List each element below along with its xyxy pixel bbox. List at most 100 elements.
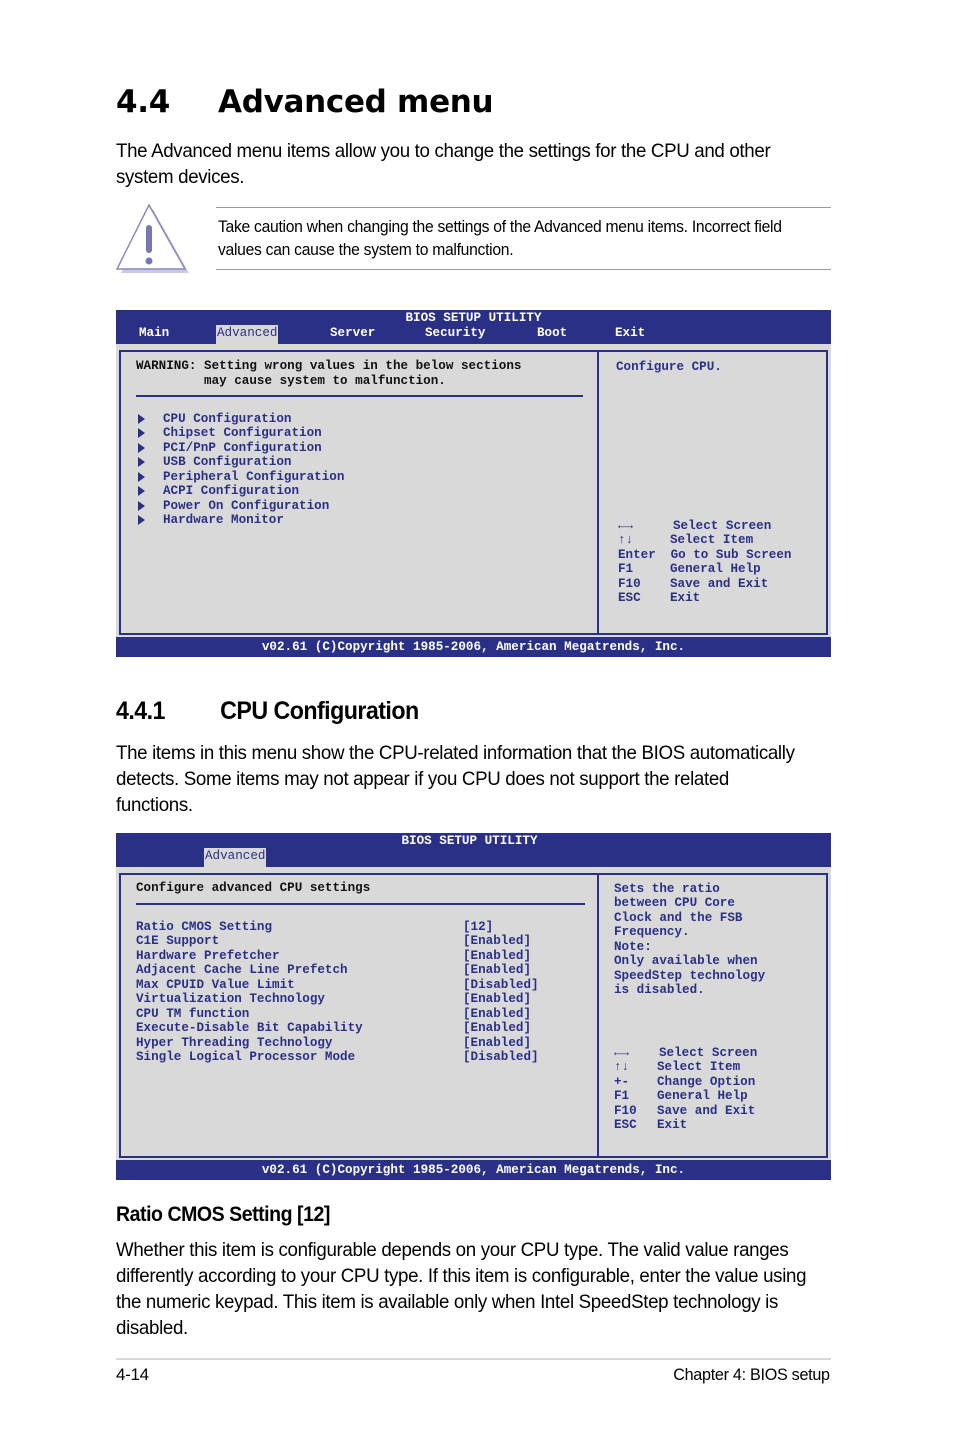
tab-advanced[interactable]: Advanced (216, 325, 279, 344)
warning-divider (136, 395, 583, 397)
caution-top-rule (216, 207, 831, 208)
setting-value[interactable]: [Enabled] (463, 934, 531, 949)
setting-name: CPU TM function (136, 1007, 250, 1021)
bios-panel-divider (597, 352, 599, 633)
setting-value[interactable]: [Enabled] (463, 992, 531, 1007)
bios-panel-divider (597, 875, 599, 1156)
item-description: Whether this item is configurable depend… (116, 1239, 807, 1339)
tab-security[interactable]: Security (424, 325, 486, 344)
setting-value[interactable]: [Enabled] (463, 1021, 531, 1036)
warning-line-1: WARNING: Setting wrong values in the bel… (136, 359, 522, 373)
key-label: F10 (618, 577, 641, 591)
key-action: Select Item (670, 533, 754, 547)
key-action: Select Item (657, 1060, 741, 1074)
setting-value[interactable]: [12] (463, 920, 493, 935)
settings-divider (136, 903, 585, 905)
setting-name: Hyper Threading Technology (136, 1036, 333, 1050)
key-action: General Help (657, 1089, 748, 1103)
submenu-arrow-icon (138, 428, 145, 438)
key-action: Select Screen (659, 1046, 758, 1060)
subsection-number: 4.4.1 (116, 697, 165, 725)
caution-text: Take caution when changing the settings … (218, 218, 782, 259)
help-line: Only available when (614, 954, 758, 968)
key-label: ESC (618, 591, 641, 605)
submenu-arrow-icon (138, 515, 145, 525)
section-number: 4.4 (116, 84, 171, 120)
key-action: Exit (657, 1118, 688, 1132)
help-line: Sets the ratio (614, 882, 720, 896)
item-heading: Ratio CMOS Setting [12] (116, 1203, 330, 1226)
chapter-label: Chapter 4: BIOS setup (673, 1365, 830, 1384)
section-intro: The Advanced menu items allow you to cha… (116, 140, 771, 188)
setting-name: Single Logical Processor Mode (136, 1050, 356, 1064)
key-label: +- (614, 1075, 630, 1089)
key-label: F1 (618, 562, 634, 576)
bios-frame: Configure advanced CPU settings Ratio CM… (119, 873, 828, 1158)
key-action: Exit (670, 591, 701, 605)
subsection-heading: 4.4.1 CPU Configuration (116, 697, 419, 726)
bios-footer: v02.61 (C)Copyright 1985-2006, American … (116, 1160, 831, 1180)
bios-topbar: BIOS SETUP UTILITY Advanced (116, 833, 831, 867)
setting-name: Hardware Prefetcher (136, 949, 280, 963)
caution-bottom-rule (216, 269, 831, 270)
page-footer-rule (116, 1358, 831, 1360)
setting-value[interactable]: [Disabled] (463, 1050, 539, 1065)
tab-main[interactable]: Main (138, 325, 170, 344)
setting-value[interactable]: [Disabled] (463, 978, 539, 993)
bios-footer: v02.61 (C)Copyright 1985-2006, American … (116, 637, 831, 657)
help-line: Note: (614, 940, 652, 954)
key-action: General Help (670, 562, 761, 576)
setting-name: C1E Support (136, 934, 220, 948)
bios-screen-advanced: BIOS SETUP UTILITY Main Advanced Server … (116, 310, 831, 657)
key-label: F1 (614, 1089, 630, 1103)
warning-line-2: may cause system to malfunction. (136, 374, 446, 388)
setting-name: Adjacent Cache Line Prefetch (136, 963, 348, 977)
key-action: Select Screen (673, 519, 772, 533)
key-action: Save and Exit (657, 1104, 756, 1118)
bios-frame: WARNING: Setting wrong values in the bel… (119, 350, 828, 635)
tab-boot[interactable]: Boot (536, 325, 568, 344)
submenu-arrow-icon (138, 486, 145, 496)
help-line: SpeedStep technology (614, 969, 766, 983)
bios-title: BIOS SETUP UTILITY (401, 834, 538, 848)
warning-triangle-icon (113, 203, 191, 275)
submenu-arrow-icon (138, 472, 145, 482)
key-label: F10 (614, 1104, 637, 1118)
key-left-right-icon: ←→ (614, 1046, 630, 1060)
settings-heading: Configure advanced CPU settings (136, 881, 371, 895)
tab-exit[interactable]: Exit (614, 325, 646, 344)
bios-topbar: BIOS SETUP UTILITY Main Advanced Server … (116, 310, 831, 344)
setting-name: Virtualization Technology (136, 992, 325, 1006)
key-label: Enter (618, 548, 656, 562)
section-heading: 4.4 Advanced menu (116, 84, 494, 120)
key-left-right-icon: ←→ (618, 519, 634, 533)
bios-screen-cpu-configuration: BIOS SETUP UTILITY Advanced Configure ad… (116, 833, 831, 1180)
setting-value[interactable]: [Enabled] (463, 949, 531, 964)
help-line: Frequency. (614, 925, 690, 939)
setting-name: Ratio CMOS Setting (136, 920, 273, 934)
tab-advanced[interactable]: Advanced (204, 848, 267, 867)
page-number: 4-14 (116, 1365, 149, 1384)
submenu-arrow-icon (138, 457, 145, 467)
bios-title: BIOS SETUP UTILITY (405, 311, 542, 325)
key-action: Save and Exit (670, 577, 769, 591)
submenu-arrow-icon (138, 501, 145, 511)
subsection-intro: The items in this menu show the CPU-rela… (116, 742, 795, 816)
key-action: Go to Sub Screen (670, 548, 792, 562)
help-text: Configure CPU. (616, 360, 722, 374)
tab-server[interactable]: Server (329, 325, 376, 344)
section-title: Advanced menu (218, 84, 494, 120)
setting-value[interactable]: [Enabled] (463, 963, 531, 978)
submenu-arrow-icon (138, 443, 145, 453)
help-line: between CPU Core (614, 896, 735, 910)
key-label: ESC (614, 1118, 637, 1132)
setting-name: Execute-Disable Bit Capability (136, 1021, 363, 1035)
key-action: Change Option (657, 1075, 756, 1089)
help-line: is disabled. (614, 983, 705, 997)
setting-value[interactable]: [Enabled] (463, 1036, 531, 1051)
submenu-arrow-icon (138, 414, 145, 424)
subsection-title: CPU Configuration (220, 697, 419, 725)
key-up-down-icon: ↑↓ (618, 533, 634, 547)
key-up-down-icon: ↑↓ (614, 1060, 630, 1074)
setting-value[interactable]: [Enabled] (463, 1007, 531, 1022)
